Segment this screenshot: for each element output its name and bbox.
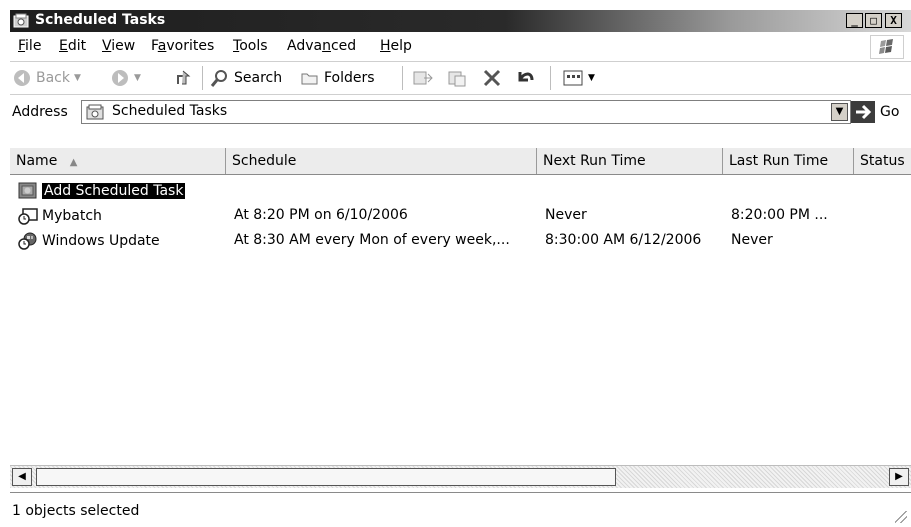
go-arrow-icon[interactable] [851,101,875,123]
scheduled-tasks-folder-icon [86,104,104,120]
column-header-name[interactable]: Name ▲ [10,148,226,174]
copy-to-button[interactable] [447,68,469,88]
back-arrow-icon [14,70,30,86]
search-button[interactable]: Search [210,68,282,88]
up-folder-icon [177,70,191,85]
toolbar-separator [402,66,403,90]
window-title: Scheduled Tasks [35,12,166,28]
explorer-window: Scheduled Tasks _ □ X File Edit View Fav… [0,0,911,527]
name-cell: Add Scheduled Task [18,182,186,200]
toolbar-separator [550,66,551,90]
search-icon [210,70,227,87]
status-bar: 1 objects selected [10,492,911,527]
toolbar-separator [202,66,203,90]
move-to-icon [413,71,433,85]
column-header-schedule[interactable]: Schedule [226,148,537,174]
address-dropdown-button[interactable]: ▼ [831,103,848,121]
address-input[interactable]: Scheduled Tasks ▼ [81,100,851,124]
schedule-cell: At 8:30 AM every Mon of every week,... [234,232,510,248]
clock-task-icon [18,208,38,225]
views-button[interactable]: ▼ [562,68,595,88]
copy-to-icon [448,71,466,87]
schedule-cell: At 8:20 PM on 6/10/2006 [234,207,408,223]
menu-file[interactable]: File [18,38,41,54]
minimize-button[interactable]: _ [846,13,863,28]
toolbar: Back ▼ ▼ Search Folders ▼ [10,62,911,95]
up-folder-button[interactable] [174,68,194,88]
back-label: Back [36,70,70,86]
menu-edit[interactable]: Edit [59,38,86,54]
list-item[interactable]: Mybatch At 8:20 PM on 6/10/2006 Never 8:… [10,204,911,228]
add-task-icon [18,182,37,199]
scroll-right-button[interactable]: ▶ [889,468,909,486]
maximize-button[interactable]: □ [865,13,882,28]
menu-view[interactable]: View [102,38,135,54]
task-name: Windows Update [42,233,160,249]
task-name: Mybatch [42,208,102,224]
forward-arrow-icon [112,70,128,86]
search-label: Search [234,70,283,86]
column-header-row: Name ▲ Schedule Next Run Time Last Run T… [10,148,911,175]
move-to-button[interactable] [412,68,434,88]
windows-logo-icon [870,35,904,59]
address-bar: Address Scheduled Tasks ▼ Go [10,95,911,147]
folders-icon [301,73,318,85]
back-button[interactable]: Back ▼ [12,68,81,88]
scroll-thumb[interactable] [36,468,616,486]
status-text: 1 objects selected [12,503,140,519]
resize-grip-icon[interactable] [895,511,907,523]
menu-bar: File Edit View Favorites Tools Advanced … [10,33,911,62]
delete-x-icon [483,69,501,87]
undo-button[interactable] [514,68,536,88]
horizontal-scrollbar[interactable]: ◀ ▶ [10,465,911,488]
delete-button[interactable] [482,68,502,88]
go-button[interactable]: Go [880,104,899,120]
views-grid-icon [563,70,583,86]
task-list[interactable]: Add Scheduled Task Mybatch At 8:20 PM on… [10,175,911,465]
last-run-cell: Never [731,232,773,248]
name-cell: Windows Update [18,232,160,250]
chevron-down-icon: ▼ [588,73,595,83]
menu-advanced[interactable]: Advanced [287,38,356,54]
list-item[interactable]: Add Scheduled Task [10,179,911,203]
next-run-cell: 8:30:00 AM 6/12/2006 [545,232,702,248]
chevron-down-icon: ▼ [134,73,141,83]
sort-ascending-icon: ▲ [69,157,78,168]
scheduled-tasks-folder-icon [13,13,29,28]
menu-help[interactable]: Help [380,38,412,54]
address-value: Scheduled Tasks [112,103,228,119]
scroll-left-button[interactable]: ◀ [12,468,32,486]
name-cell: Mybatch [18,207,102,225]
menu-favorites[interactable]: Favorites [151,38,214,54]
column-header-next-run[interactable]: Next Run Time [537,148,723,174]
title-bar[interactable]: Scheduled Tasks _ □ X [10,10,911,32]
last-run-cell: 8:20:00 PM ... [731,207,828,223]
menu-tools[interactable]: Tools [233,38,268,54]
task-name-selected: Add Scheduled Task [40,182,186,200]
folders-button[interactable]: Folders [300,68,375,88]
windows-update-icon [18,232,37,250]
folders-label: Folders [324,70,375,86]
undo-icon [518,72,534,82]
close-button[interactable]: X [885,13,902,28]
chevron-down-icon: ▼ [74,73,81,83]
column-header-status[interactable]: Status [854,148,911,174]
next-run-cell: Never [545,207,587,223]
list-item[interactable]: Windows Update At 8:30 AM every Mon of e… [10,229,911,253]
address-label: Address [12,104,68,120]
forward-button[interactable]: ▼ [110,68,141,88]
column-header-last-run[interactable]: Last Run Time [723,148,854,174]
